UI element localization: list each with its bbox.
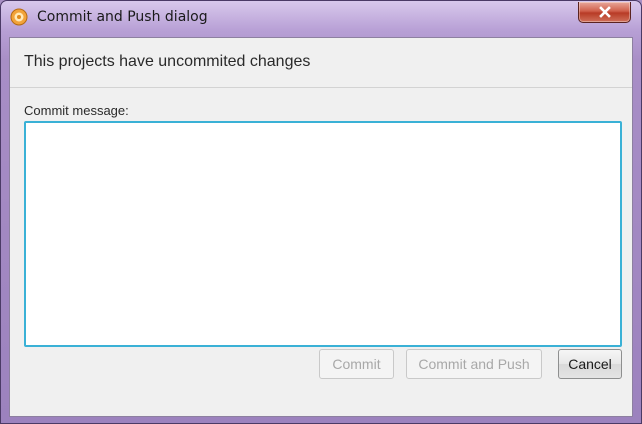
commit-message-label: Commit message: [24,103,129,118]
app-logo-icon [10,8,28,26]
close-icon [599,6,611,18]
commit-and-push-button[interactable]: Commit and Push [406,349,542,379]
cancel-button[interactable]: Cancel [558,349,622,379]
close-button[interactable] [578,2,631,23]
header-message: This projects have uncommited changes [24,53,311,70]
window-title: Commit and Push dialog [37,9,208,25]
title-bar[interactable]: Commit and Push dialog [1,1,641,37]
commit-message-input[interactable] [24,121,622,347]
dialog-content: This projects have uncommited changes Co… [9,37,633,417]
dialog-window: Commit and Push dialog This projects hav… [0,0,642,424]
commit-button[interactable]: Commit [319,349,394,379]
dialog-header: This projects have uncommited changes [10,38,632,88]
